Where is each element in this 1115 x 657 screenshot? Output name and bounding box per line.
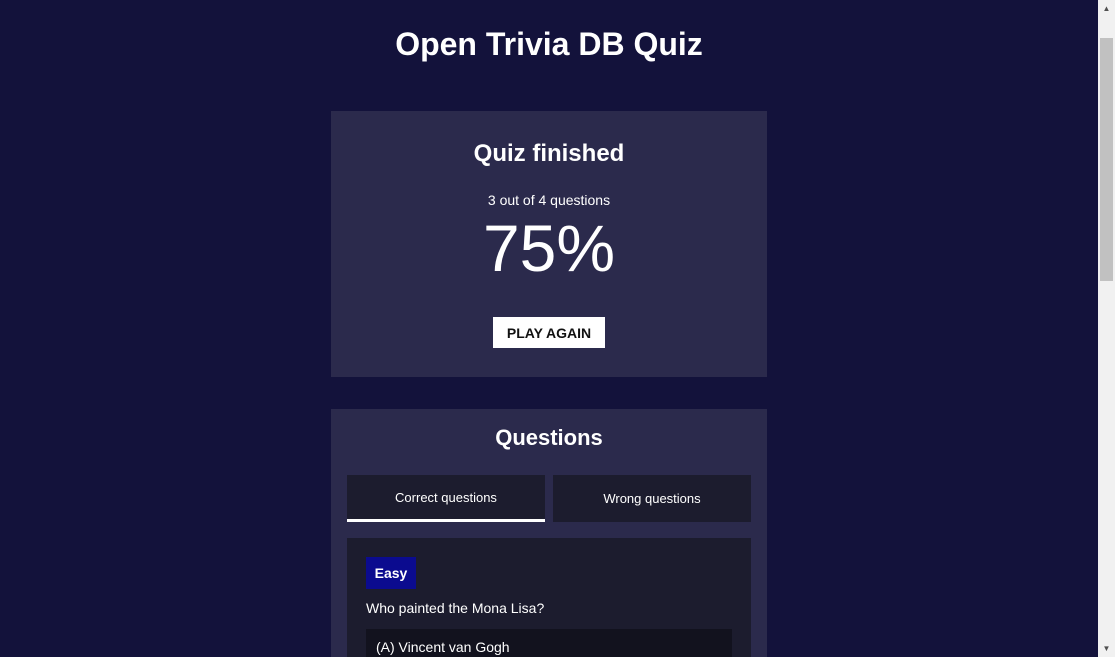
play-again-button[interactable]: PLAY AGAIN <box>493 317 605 348</box>
tab-wrong-questions[interactable]: Wrong questions <box>553 475 751 522</box>
answer-option: (A) Vincent van Gogh <box>366 629 732 657</box>
scroll-down-icon[interactable]: ▼ <box>1098 640 1115 657</box>
app-title: Open Trivia DB Quiz <box>395 26 703 62</box>
vertical-scrollbar[interactable]: ▲ ▼ <box>1098 0 1115 657</box>
score-percent: 75% <box>482 211 616 285</box>
questions-title: Questions <box>495 425 603 450</box>
tab-correct-questions[interactable]: Correct questions <box>347 475 545 522</box>
results-title: Quiz finished <box>473 140 625 167</box>
scrollbar-thumb[interactable] <box>1100 38 1113 281</box>
score-text: 3 out of 4 questions <box>487 192 611 208</box>
question-text: Who painted the Mona Lisa? <box>366 600 545 616</box>
quiz-page: Open Trivia DB Quiz Quiz finished 3 out … <box>0 0 1098 657</box>
scroll-up-icon[interactable]: ▲ <box>1098 0 1115 17</box>
difficulty-badge: Easy <box>366 557 416 589</box>
